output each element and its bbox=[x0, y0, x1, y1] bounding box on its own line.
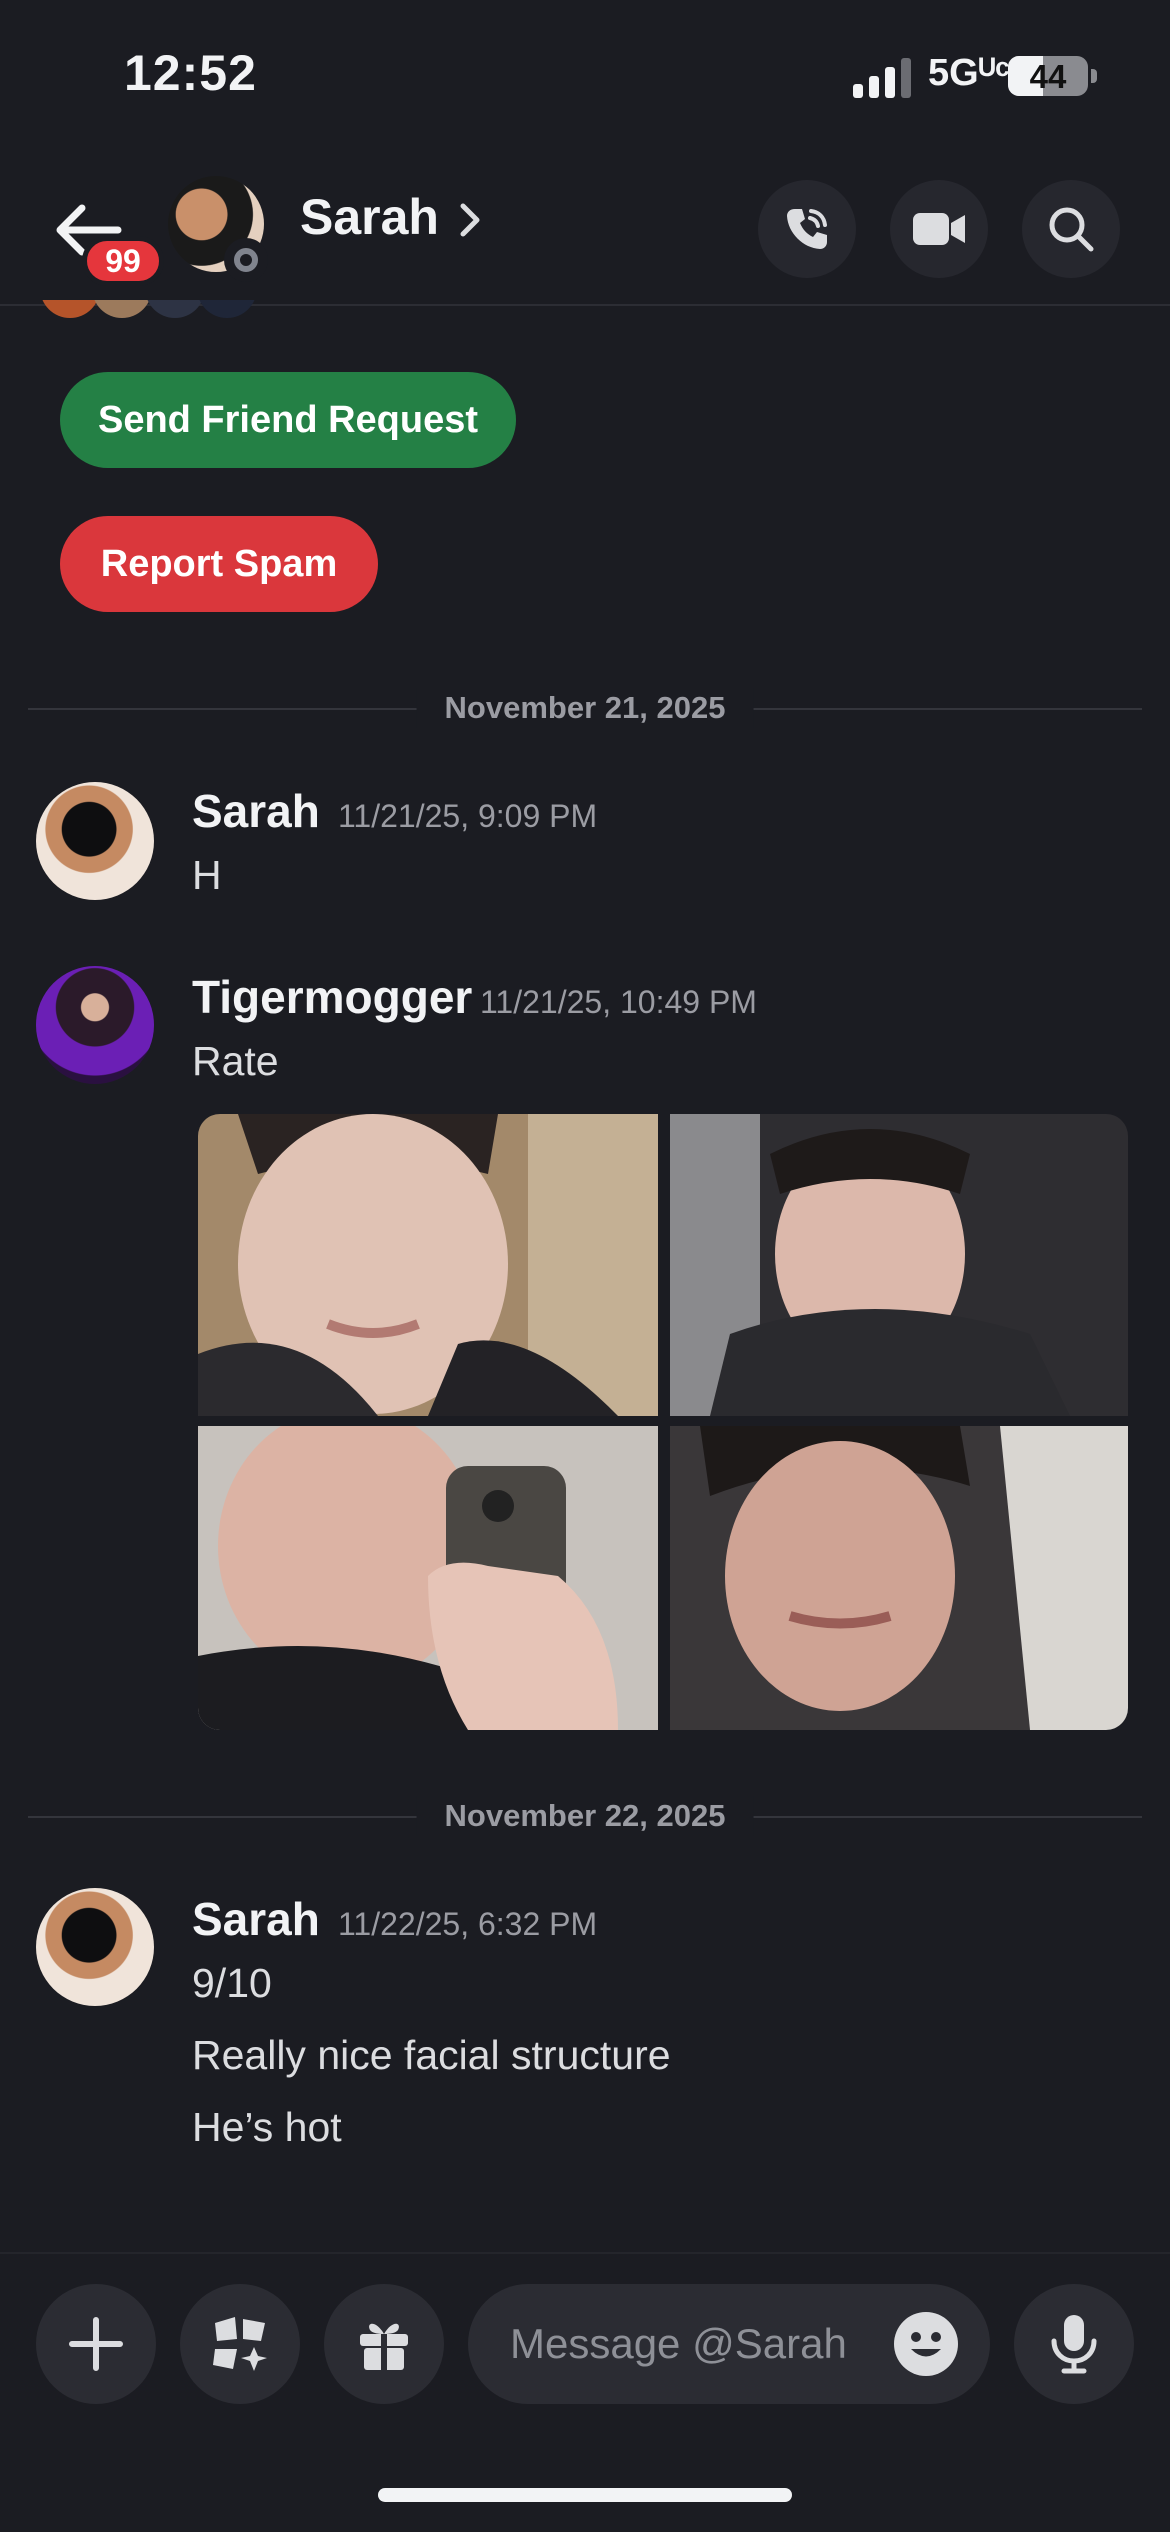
attachment-image[interactable] bbox=[198, 1114, 658, 1416]
status-bar: 12:52 5Gᵁᶜ 44 bbox=[0, 0, 1170, 150]
date-divider: November 21, 2025 bbox=[28, 688, 1142, 728]
mutual-avatars bbox=[40, 300, 340, 318]
voice-message-button[interactable] bbox=[1014, 2284, 1134, 2404]
contact-name[interactable]: Sarah bbox=[300, 188, 439, 246]
avatar[interactable] bbox=[36, 1888, 154, 2006]
chat-header: 99 Sarah bbox=[0, 150, 1170, 306]
attachment-image[interactable] bbox=[670, 1426, 1128, 1730]
emoji-button[interactable] bbox=[894, 2312, 958, 2376]
unread-badge: 99 bbox=[82, 236, 164, 286]
date-divider: November 22, 2025 bbox=[28, 1796, 1142, 1836]
apps-button[interactable] bbox=[180, 2284, 300, 2404]
battery-icon: 44 bbox=[1008, 56, 1088, 96]
message-timestamp: 11/21/25, 9:09 PM bbox=[338, 798, 598, 834]
video-call-button[interactable] bbox=[890, 180, 988, 278]
emoji-icon bbox=[911, 2332, 941, 2357]
avatar[interactable] bbox=[36, 966, 154, 1084]
message-input-container[interactable] bbox=[468, 2284, 990, 2404]
status-time: 12:52 bbox=[124, 45, 257, 101]
signal-icon bbox=[853, 58, 911, 98]
send-friend-request-button[interactable]: Send Friend Request bbox=[60, 372, 516, 468]
video-camera-icon bbox=[913, 213, 965, 245]
message-text: Really nice facial structure bbox=[192, 2032, 671, 2078]
add-attachment-button[interactable] bbox=[36, 2284, 156, 2404]
gift-button[interactable] bbox=[324, 2284, 444, 2404]
avatar bbox=[92, 300, 153, 318]
voice-call-button[interactable] bbox=[758, 180, 856, 278]
avatar bbox=[144, 300, 205, 318]
message-text: Rate bbox=[192, 1038, 279, 1084]
message-author[interactable]: Sarah bbox=[192, 784, 320, 838]
avatar[interactable] bbox=[36, 782, 154, 900]
message-author[interactable]: Sarah bbox=[192, 1892, 320, 1946]
microphone-icon bbox=[1051, 2315, 1097, 2374]
phone-call-icon bbox=[787, 209, 827, 249]
date-divider-label: November 22, 2025 bbox=[416, 1796, 754, 1836]
message-text: 9/10 bbox=[192, 1960, 272, 2006]
message-input[interactable] bbox=[510, 2284, 890, 2404]
search-icon bbox=[1049, 207, 1094, 252]
plus-icon bbox=[69, 2317, 123, 2371]
avatar bbox=[40, 300, 100, 318]
attachment-image[interactable] bbox=[670, 1114, 1128, 1416]
message-timestamp: 11/21/25, 10:49 PM bbox=[480, 984, 757, 1020]
message-author[interactable]: Tigermogger bbox=[192, 970, 472, 1024]
network-type: 5Gᵁᶜ bbox=[928, 52, 1010, 94]
offline-status-icon bbox=[224, 238, 268, 282]
avatar bbox=[197, 300, 258, 318]
search-button[interactable] bbox=[1022, 180, 1120, 278]
message-text: He’s hot bbox=[192, 2104, 342, 2150]
report-spam-button[interactable]: Report Spam bbox=[60, 516, 378, 612]
image-attachments bbox=[198, 1114, 1128, 1730]
attachment-image[interactable] bbox=[198, 1426, 658, 1730]
gift-icon bbox=[360, 2323, 408, 2370]
apps-icon bbox=[213, 2317, 267, 2371]
battery-nub bbox=[1091, 69, 1097, 83]
date-divider-label: November 21, 2025 bbox=[416, 688, 754, 728]
home-indicator[interactable] bbox=[378, 2488, 792, 2502]
message-timestamp: 11/22/25, 6:32 PM bbox=[338, 1906, 598, 1942]
chevron-right-icon[interactable] bbox=[458, 200, 482, 240]
message-text: H bbox=[192, 852, 222, 898]
battery-level: 44 bbox=[1029, 58, 1067, 95]
